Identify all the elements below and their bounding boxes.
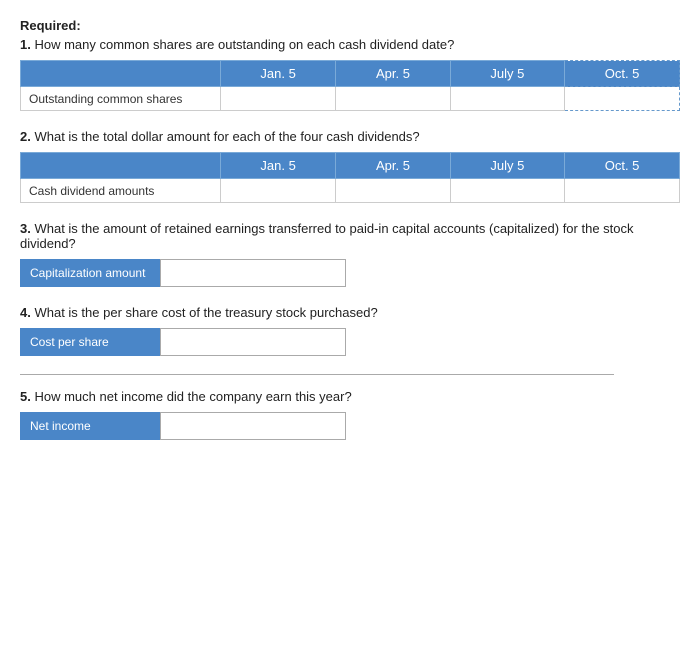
q2-july-input[interactable] (455, 181, 560, 200)
q4-input[interactable] (160, 328, 346, 356)
q2-jan-cell (221, 179, 336, 203)
q1-col-july: July 5 (450, 61, 564, 87)
q2-number: 2. (20, 129, 31, 144)
required-label: Required: (20, 18, 680, 33)
q2-col-apr: Apr. 5 (336, 153, 450, 179)
q4-label: Cost per share (20, 328, 160, 356)
q4-text: What is the per share cost of the treasu… (34, 305, 377, 320)
q1-col-apr: Apr. 5 (336, 61, 450, 87)
q3-header: 3. What is the amount of retained earnin… (20, 221, 680, 251)
q5-number: 5. (20, 389, 31, 404)
q2-col-oct: Oct. 5 (565, 153, 680, 179)
q3-text: What is the amount of retained earnings … (20, 221, 634, 251)
q3-label: Capitalization amount (20, 259, 160, 287)
q1-header: 1. How many common shares are outstandin… (20, 37, 680, 52)
q2-table: Jan. 5 Apr. 5 July 5 Oct. 5 Cash dividen… (20, 152, 680, 203)
q3-input[interactable] (160, 259, 346, 287)
q2-col-empty (21, 153, 221, 179)
q1-july-cell (450, 87, 564, 111)
q2-oct-input[interactable] (569, 181, 675, 200)
q2-col-jan: Jan. 5 (221, 153, 336, 179)
section-divider (20, 374, 614, 375)
q2-col-july: July 5 (450, 153, 564, 179)
question-4: 4. What is the per share cost of the tre… (20, 305, 680, 356)
question-5: 5. How much net income did the company e… (20, 389, 680, 440)
q5-header: 5. How much net income did the company e… (20, 389, 680, 404)
question-2: 2. What is the total dollar amount for e… (20, 129, 680, 203)
q1-row-label: Outstanding common shares (21, 87, 221, 111)
q5-answer-row: Net income (20, 412, 680, 440)
q2-july-cell (450, 179, 564, 203)
q1-apr-cell (336, 87, 450, 111)
q2-header: 2. What is the total dollar amount for e… (20, 129, 680, 144)
q5-text: How much net income did the company earn… (34, 389, 351, 404)
q2-text: What is the total dollar amount for each… (34, 129, 419, 144)
q1-oct-cell (565, 87, 680, 111)
q1-col-oct: Oct. 5 (565, 61, 680, 87)
q1-jan-input[interactable] (225, 89, 331, 108)
q1-text: How many common shares are outstanding o… (34, 37, 454, 52)
table-row: Outstanding common shares (21, 87, 680, 111)
q4-number: 4. (20, 305, 31, 320)
q2-jan-input[interactable] (225, 181, 331, 200)
q2-apr-input[interactable] (340, 181, 445, 200)
question-1: 1. How many common shares are outstandin… (20, 37, 680, 111)
q1-col-jan: Jan. 5 (221, 61, 336, 87)
q2-row-label: Cash dividend amounts (21, 179, 221, 203)
q3-answer-row: Capitalization amount (20, 259, 680, 287)
q1-col-empty (21, 61, 221, 87)
q2-oct-cell (565, 179, 680, 203)
q1-jan-cell (221, 87, 336, 111)
q4-answer-row: Cost per share (20, 328, 680, 356)
table-row: Cash dividend amounts (21, 179, 680, 203)
q5-input[interactable] (160, 412, 346, 440)
q1-july-input[interactable] (455, 89, 560, 108)
q1-apr-input[interactable] (340, 89, 445, 108)
q3-number: 3. (20, 221, 31, 236)
q1-oct-input[interactable] (569, 89, 675, 108)
q2-apr-cell (336, 179, 450, 203)
q4-header: 4. What is the per share cost of the tre… (20, 305, 680, 320)
q1-number: 1. (20, 37, 31, 52)
required-section: Required: (20, 18, 680, 33)
q5-label: Net income (20, 412, 160, 440)
q1-table: Jan. 5 Apr. 5 July 5 Oct. 5 Outstanding … (20, 60, 680, 111)
question-3: 3. What is the amount of retained earnin… (20, 221, 680, 287)
